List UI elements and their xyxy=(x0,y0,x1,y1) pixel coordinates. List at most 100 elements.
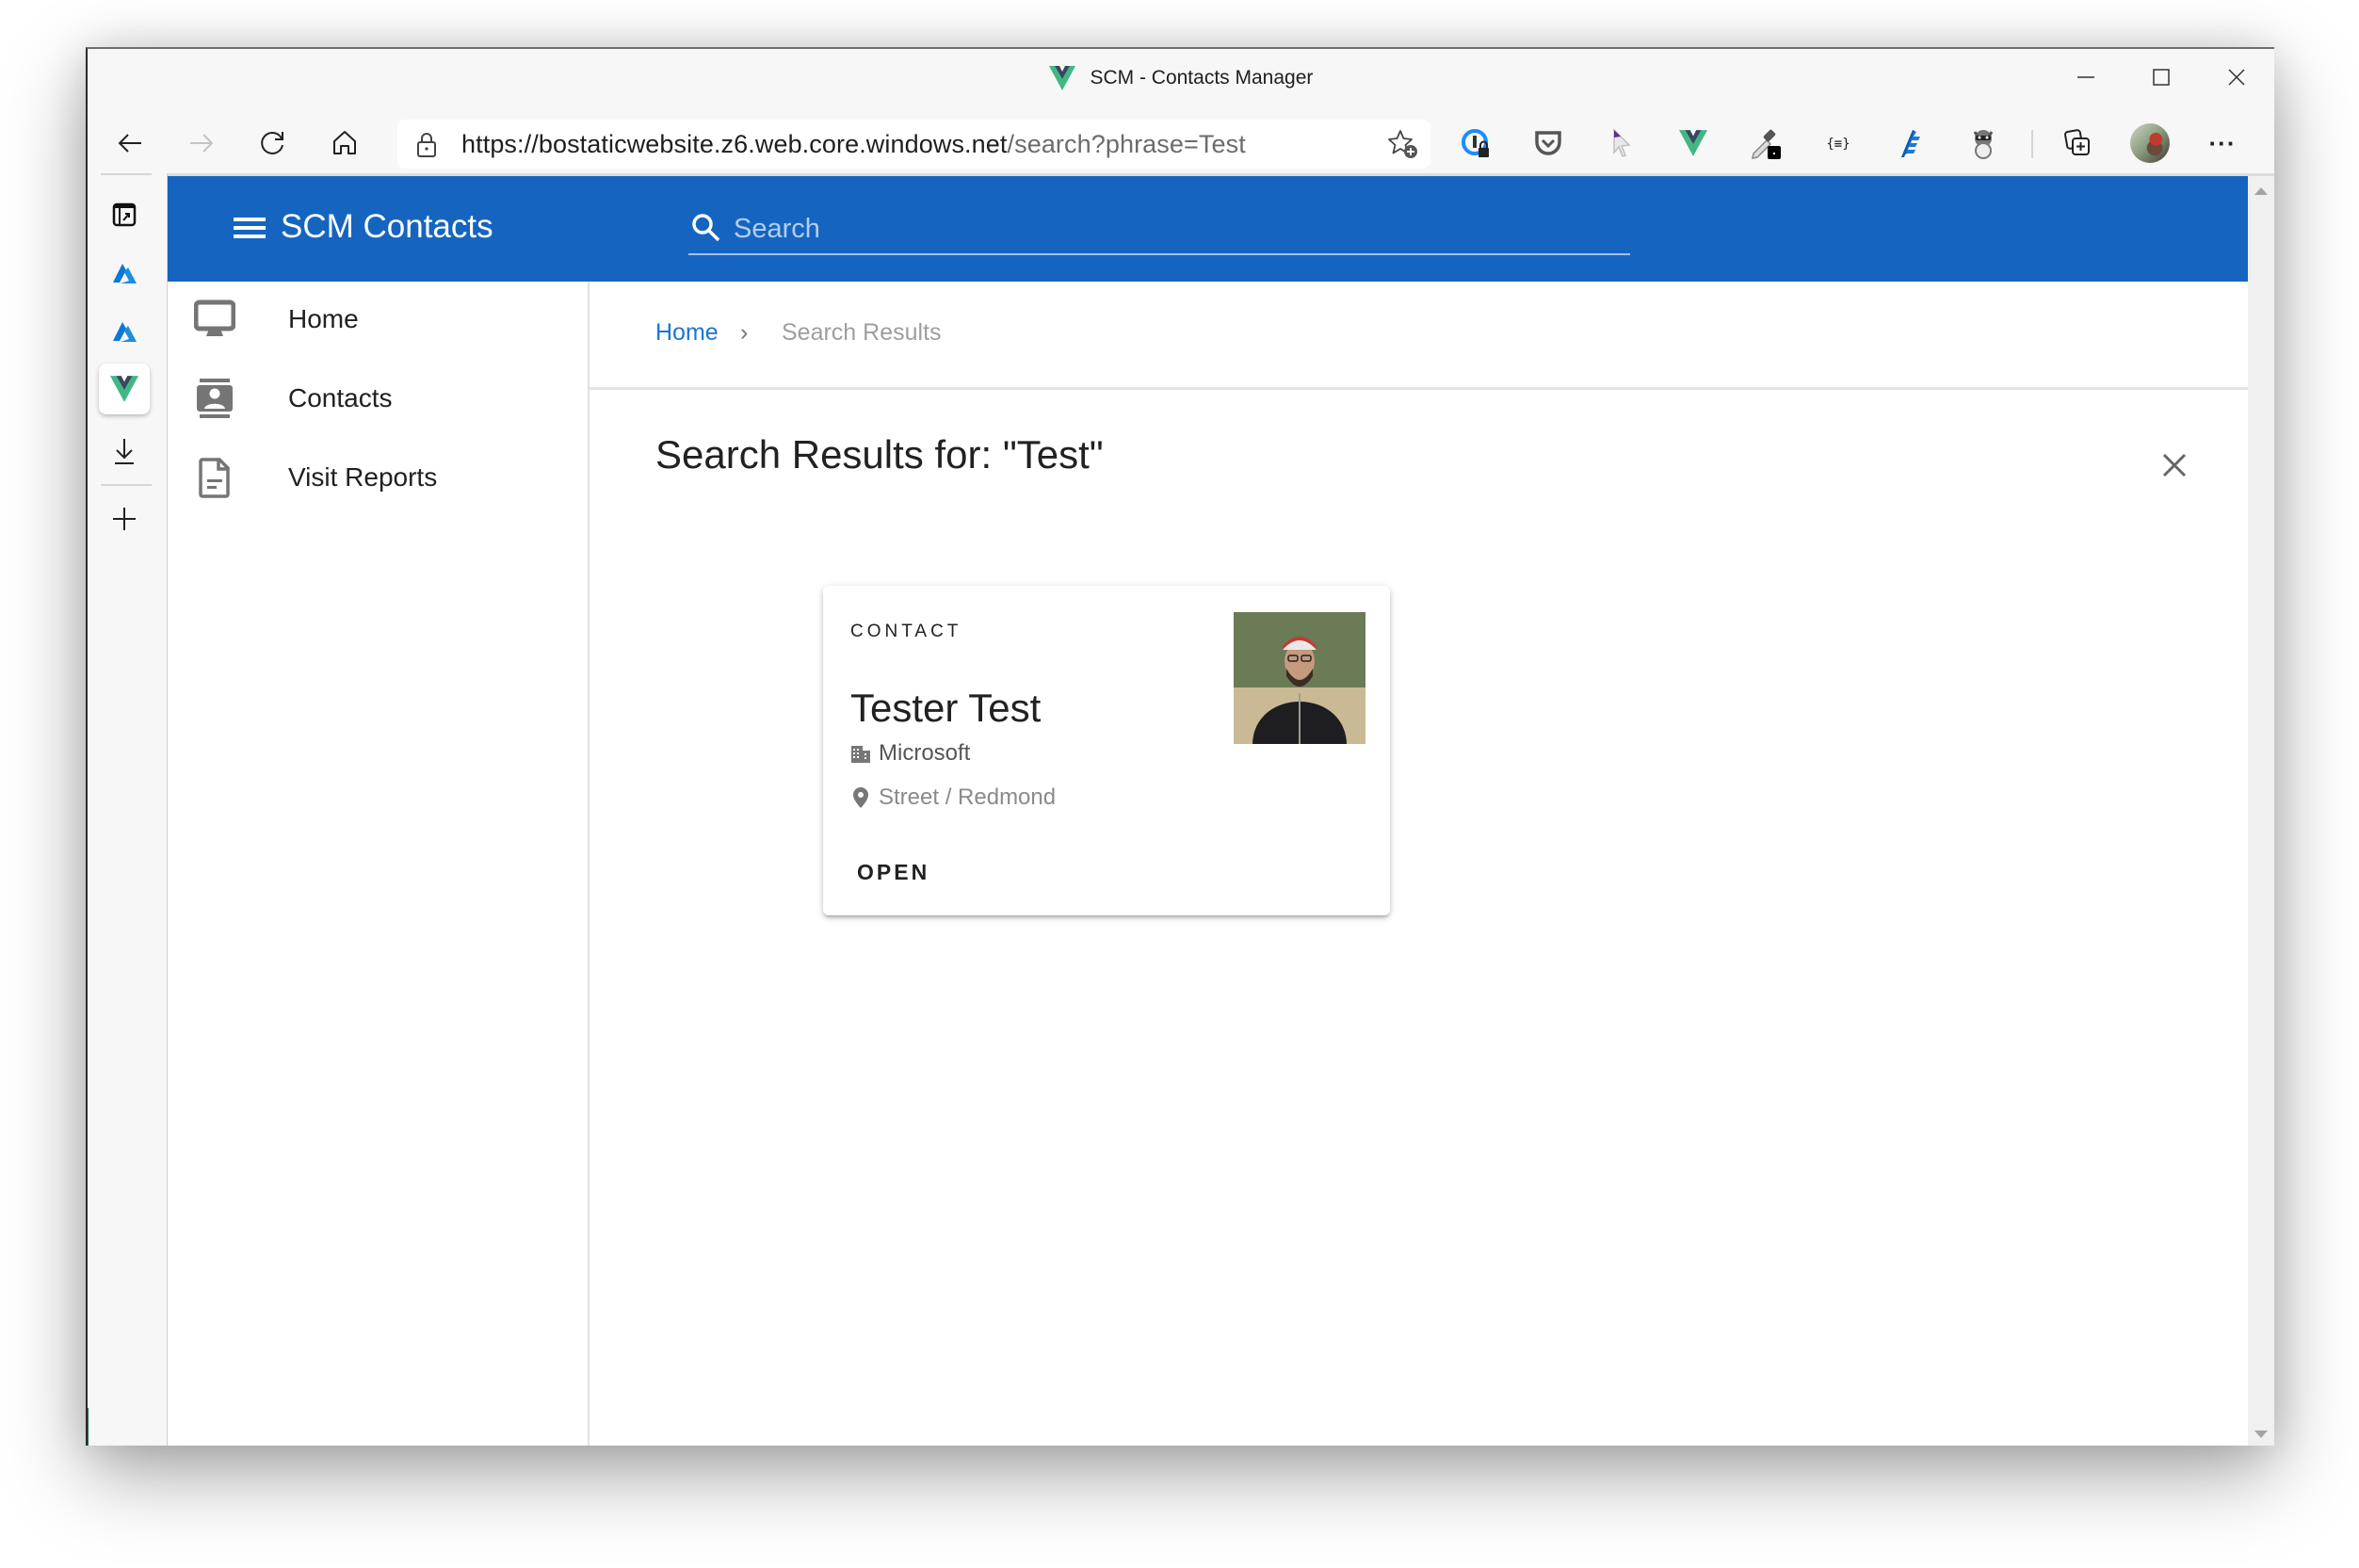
home-icon xyxy=(333,131,356,154)
pocket-extension[interactable] xyxy=(1526,121,1571,166)
contact-name: Tester Test xyxy=(850,686,1042,730)
url-text[interactable]: https://bostaticwebsite.z6.web.core.wind… xyxy=(461,130,1246,159)
contact-address: Street / Redmond xyxy=(879,784,1057,810)
raccoon-extension-icon xyxy=(1973,130,1994,159)
collections-icon xyxy=(2064,129,2090,155)
editor-extension[interactable] xyxy=(1888,121,1933,166)
password-manager-icon xyxy=(1462,129,1489,157)
vertical-tabs-divider xyxy=(101,173,152,175)
profile-avatar xyxy=(2130,123,2170,163)
contact-company: Microsoft xyxy=(879,740,971,766)
close-icon xyxy=(2228,69,2245,86)
refresh-button[interactable] xyxy=(249,119,298,168)
back-icon xyxy=(118,134,141,153)
close-search-button[interactable] xyxy=(2156,446,2193,484)
minimize-icon xyxy=(2077,76,2094,78)
azure-icon xyxy=(113,264,137,283)
company-building-icon xyxy=(851,746,870,763)
more-menu-button[interactable]: ··· xyxy=(2200,121,2245,166)
downloads-button[interactable] xyxy=(99,426,150,477)
title-bar: SCM - Contacts Manager xyxy=(88,49,2274,113)
eyedropper-extension[interactable] xyxy=(1743,121,1788,166)
favorites-add-icon[interactable] xyxy=(1387,128,1419,160)
contact-photo-image xyxy=(1234,612,1365,744)
menu-button[interactable] xyxy=(234,214,266,242)
vertical-tab-azure-1[interactable] xyxy=(99,249,150,299)
browser-toolbar: https://bostaticwebsite.z6.web.core.wind… xyxy=(88,113,2274,173)
result-type-label: CONTACT xyxy=(850,622,962,641)
url-path: /search?phrase=Test xyxy=(1007,130,1246,158)
home-button[interactable] xyxy=(320,119,369,168)
back-button[interactable] xyxy=(105,119,154,168)
scroll-up-arrow-icon[interactable] xyxy=(2254,187,2268,195)
nav-item-label: Contacts xyxy=(288,383,393,412)
more-menu-icon: ··· xyxy=(2208,128,2237,157)
navigation-drawer: Home Contacts Visit Reports xyxy=(168,282,590,1446)
vue-devtools-icon xyxy=(1679,130,1707,156)
raccoon-extension[interactable] xyxy=(1961,121,2006,166)
forward-button[interactable] xyxy=(177,119,226,168)
profile-button[interactable] xyxy=(2127,121,2173,166)
nav-item-home[interactable]: Home xyxy=(168,282,588,361)
open-contact-button[interactable]: OPEN xyxy=(844,849,943,895)
search-icon xyxy=(692,214,720,242)
azure-icon xyxy=(113,322,137,342)
search-field[interactable] xyxy=(688,204,1630,255)
contact-photo xyxy=(1234,612,1365,744)
breadcrumb-home-link[interactable]: Home xyxy=(655,319,719,347)
vertical-tabs-bar xyxy=(88,173,168,1446)
json-formatter-icon: {≡} xyxy=(1826,137,1850,152)
page-title: Search Results for: "Test" xyxy=(655,432,1104,477)
page-viewport: SCM Contacts Home Contacts Visit Reports xyxy=(168,173,2274,1446)
contact-result-card: CONTACT Tester Test Microsoft Street / R… xyxy=(823,586,1390,915)
lock-icon[interactable] xyxy=(416,132,437,158)
vertical-tabs-divider xyxy=(101,484,152,486)
scroll-down-arrow-icon[interactable] xyxy=(2254,1431,2268,1438)
vue-devtools-extension[interactable] xyxy=(1671,121,1716,166)
window-title: SCM - Contacts Manager xyxy=(1090,67,1314,89)
eyedropper-icon xyxy=(1752,129,1781,159)
forward-icon xyxy=(190,134,214,153)
pointer-extension[interactable] xyxy=(1598,121,1643,166)
pocket-icon xyxy=(1535,131,1561,155)
breadcrumb-current: Search Results xyxy=(782,319,942,346)
vertical-tab-azure-2[interactable] xyxy=(99,307,150,358)
collections-button[interactable] xyxy=(2055,121,2100,166)
maximize-icon xyxy=(2153,69,2170,86)
nav-item-contacts[interactable]: Contacts xyxy=(168,361,588,440)
tab-actions-icon xyxy=(112,202,137,227)
vue-icon xyxy=(110,376,138,402)
nav-item-visit-reports[interactable]: Visit Reports xyxy=(168,440,588,519)
nav-item-label: Visit Reports xyxy=(288,462,438,492)
monitor-icon xyxy=(194,299,235,336)
pointer-extension-icon xyxy=(1613,128,1631,157)
breadcrumb: Home › Search Results xyxy=(590,282,2250,390)
json-formatter-extension[interactable]: {≡} xyxy=(1816,121,1861,166)
maximize-button[interactable] xyxy=(2124,49,2199,105)
contact-card-icon xyxy=(197,379,233,418)
vertical-tab-scm-contacts[interactable] xyxy=(99,364,150,414)
document-icon xyxy=(199,458,230,498)
location-pin-icon xyxy=(853,787,868,808)
search-input[interactable] xyxy=(732,210,1583,248)
main-content: Home › Search Results Search Results for… xyxy=(590,282,2250,1446)
close-icon xyxy=(2162,453,2187,477)
hamburger-menu-icon xyxy=(234,218,266,238)
download-icon xyxy=(115,439,134,464)
address-bar[interactable]: https://bostaticwebsite.z6.web.core.wind… xyxy=(397,120,1430,169)
url-host: https://bostaticwebsite.z6.web.core.wind… xyxy=(461,130,1008,158)
new-tab-button[interactable] xyxy=(99,493,150,544)
tab-actions-button[interactable] xyxy=(99,189,150,240)
toolbar-separator xyxy=(2031,130,2033,158)
window-accent-strip xyxy=(88,1408,89,1446)
app-title: SCM Contacts xyxy=(281,208,493,245)
browser-window: SCM - Contacts Manager https://bostaticw… xyxy=(86,47,2274,1446)
refresh-icon xyxy=(261,132,283,154)
vue-logo-icon xyxy=(1048,66,1075,90)
password-manager-extension[interactable] xyxy=(1454,121,1499,166)
nav-item-label: Home xyxy=(288,304,359,333)
minimize-button[interactable] xyxy=(2048,49,2124,105)
close-window-button[interactable] xyxy=(2199,49,2274,105)
svg-text:{≡}: {≡} xyxy=(1826,137,1850,152)
vertical-scrollbar[interactable] xyxy=(2248,176,2274,1446)
